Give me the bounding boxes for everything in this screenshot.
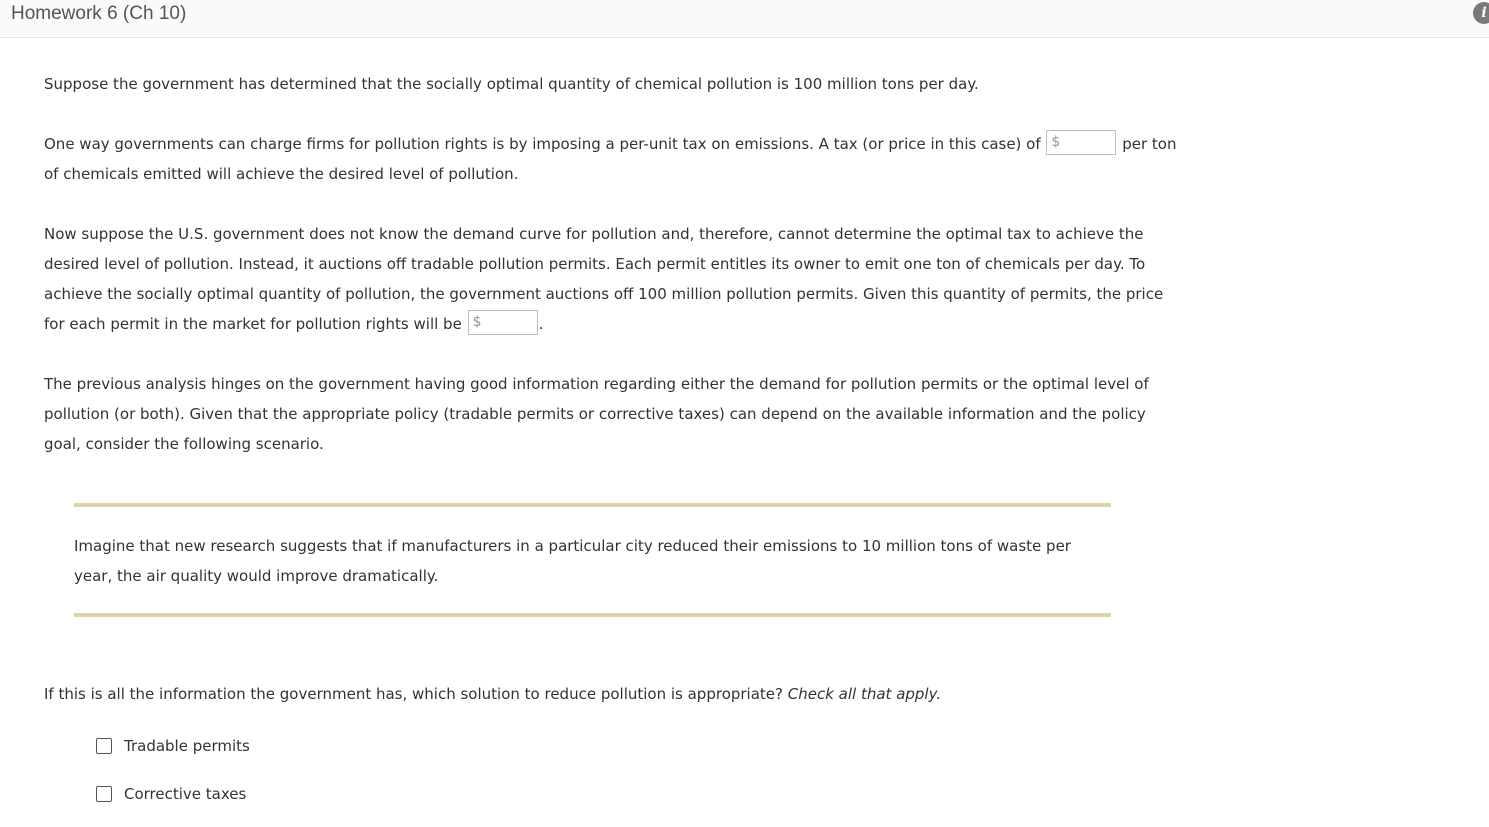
permit-text-after: . [538, 315, 544, 333]
permit-price-input[interactable] [484, 312, 535, 332]
intro-paragraph: Suppose the government has determined th… [44, 75, 979, 93]
dollar-sign: $ [472, 314, 482, 330]
tradable-permits-checkbox[interactable] [96, 738, 112, 754]
analysis-paragraph: The previous analysis hinges on the gove… [44, 375, 1149, 453]
question-text: If this is all the information the gover… [44, 685, 783, 703]
header-bar: Homework 6 (Ch 10) i [0, 0, 1489, 38]
info-icon[interactable]: i [1473, 2, 1489, 24]
page-title: Homework 6 (Ch 10) [11, 3, 187, 24]
scenario-top-rule [74, 503, 1111, 507]
tax-price-input[interactable] [1063, 132, 1114, 152]
option-label: Tradable permits [124, 737, 250, 755]
scenario-bottom-rule [74, 613, 1111, 617]
option-tradable-permits[interactable]: Tradable permits [96, 736, 250, 756]
scenario-text: Imagine that new research suggests that … [74, 537, 1071, 585]
dollar-sign: $ [1051, 134, 1061, 150]
tax-text-before: One way governments can charge firms for… [44, 135, 1041, 153]
scenario-box: Imagine that new research suggests that … [74, 503, 1111, 617]
permit-text-before: Now suppose the U.S. government does not… [44, 225, 1164, 333]
option-corrective-taxes[interactable]: Corrective taxes [96, 784, 246, 804]
question-body: Suppose the government has determined th… [44, 69, 1184, 459]
tax-paragraph: One way governments can charge firms for… [44, 129, 1184, 189]
corrective-taxes-checkbox[interactable] [96, 786, 112, 802]
permit-price-field[interactable]: $ [467, 310, 538, 335]
option-label: Corrective taxes [124, 785, 247, 803]
tax-price-field[interactable]: $ [1046, 130, 1117, 155]
question-instruction: Check all that apply. [787, 685, 942, 703]
question-prompt: If this is all the information the gover… [44, 679, 941, 709]
permit-paragraph: Now suppose the U.S. government does not… [44, 219, 1184, 339]
